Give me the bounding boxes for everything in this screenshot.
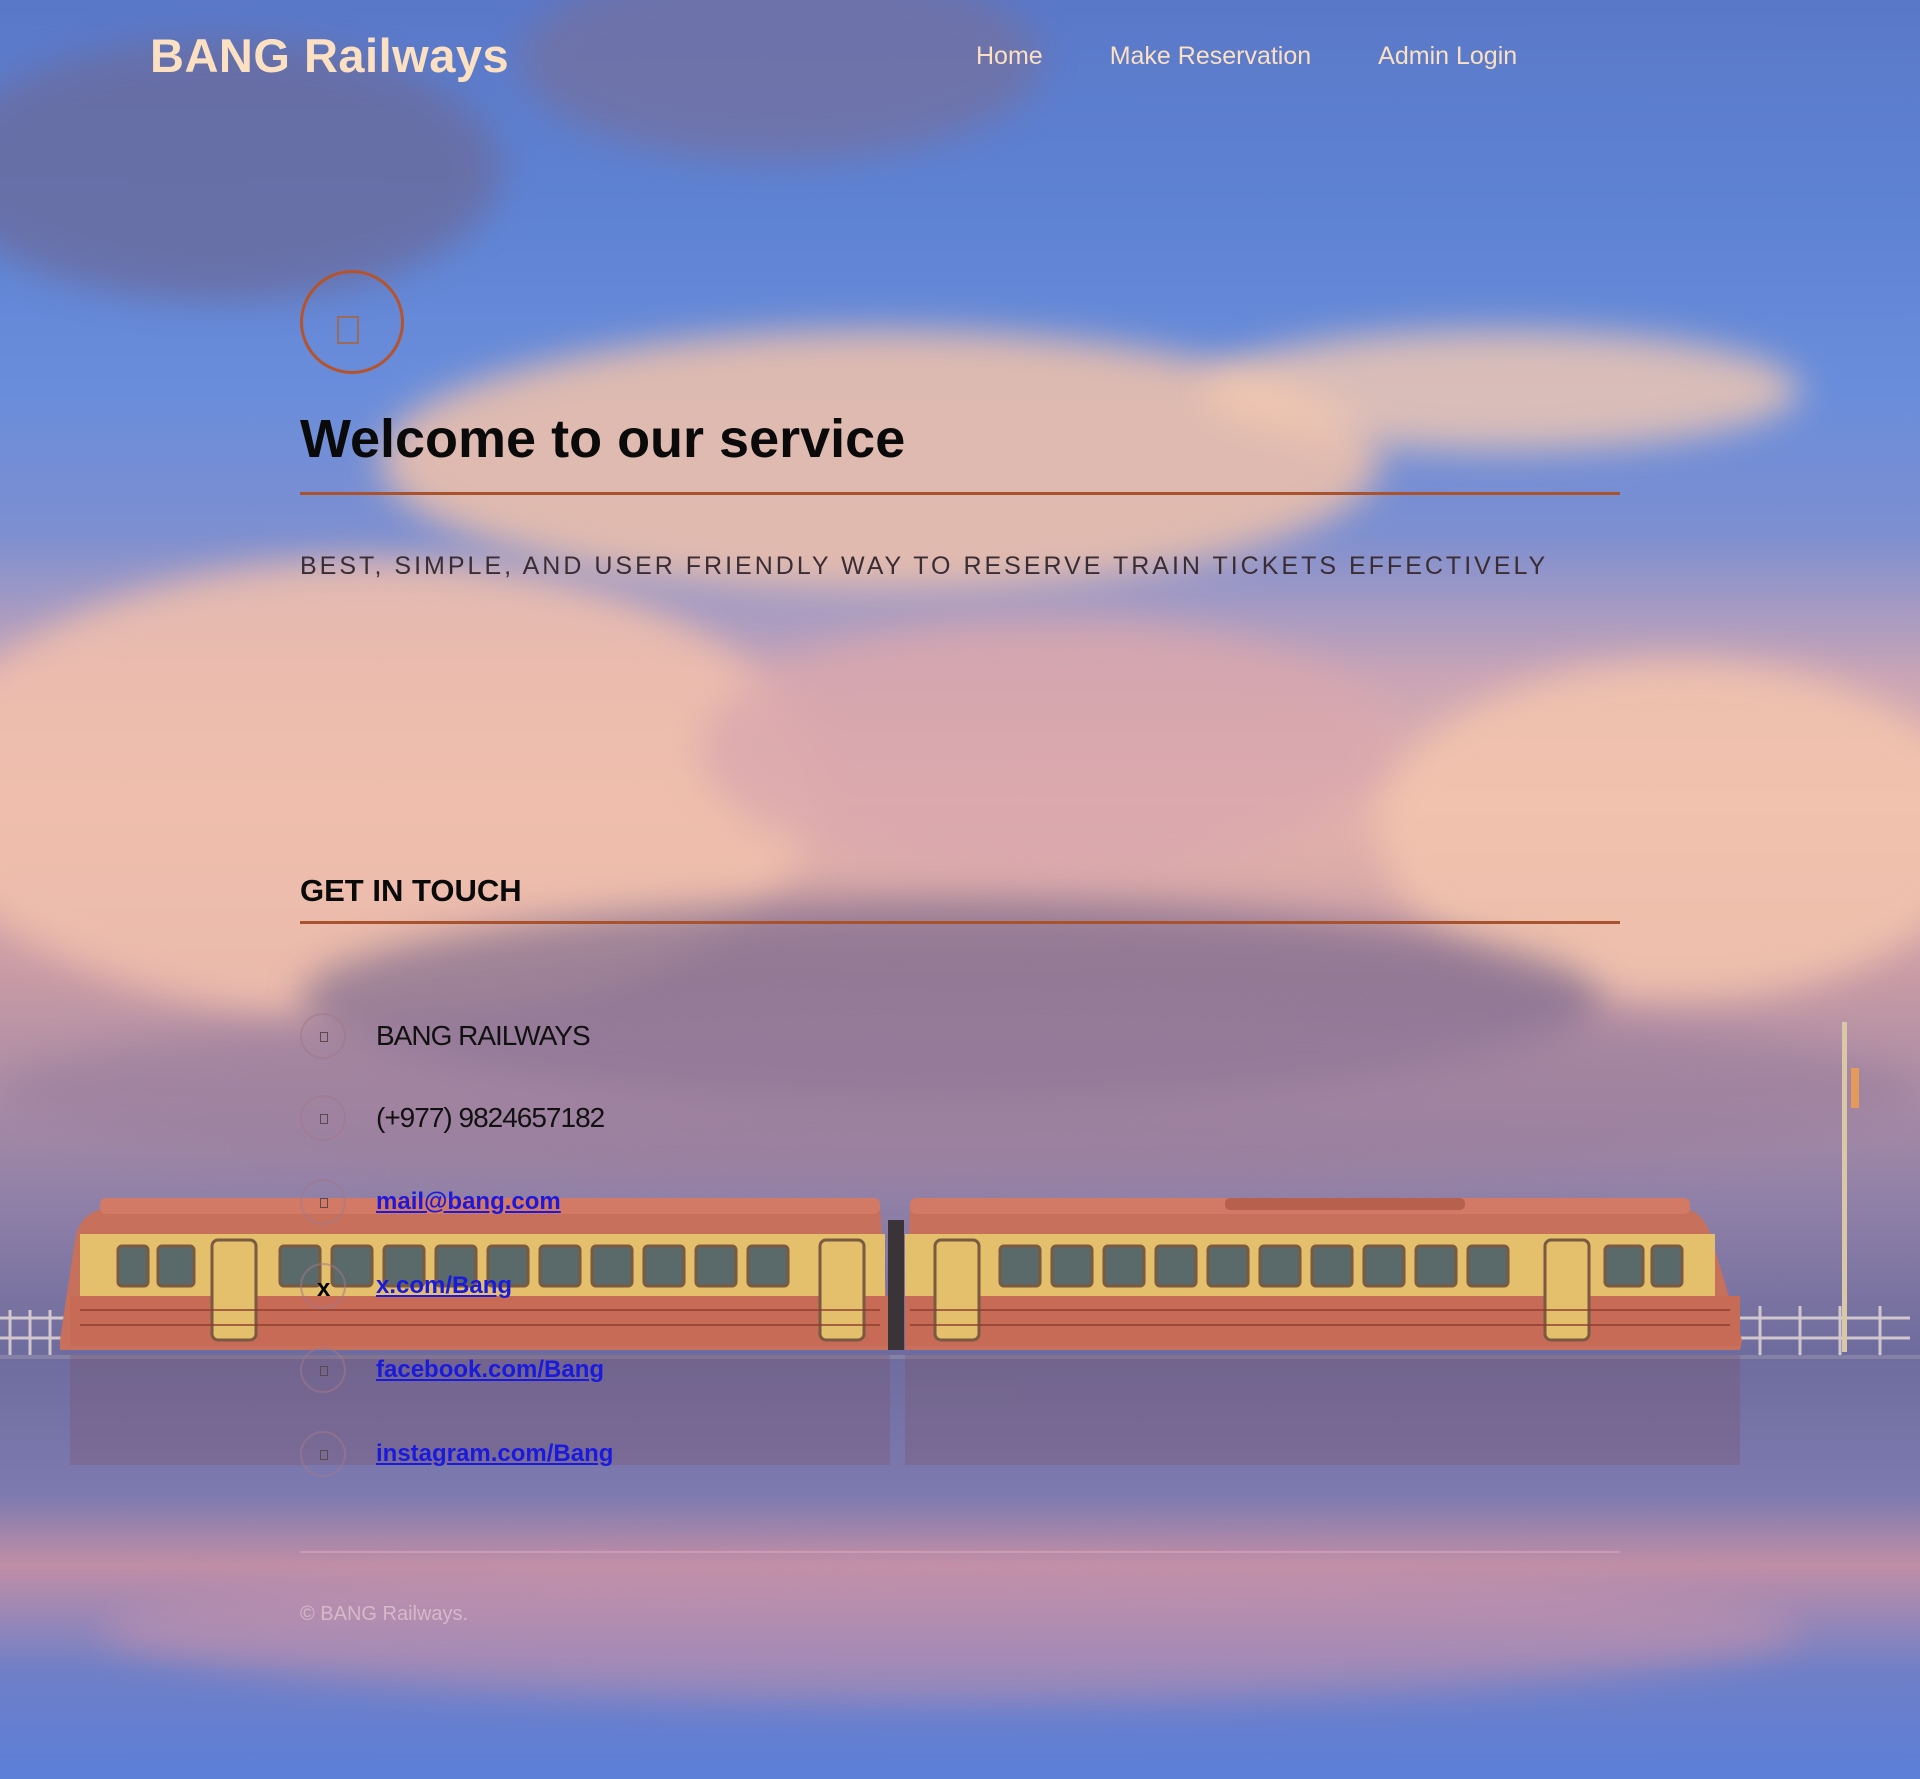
location-icon	[300, 1013, 346, 1059]
document-icon	[300, 270, 404, 374]
instagram-link[interactable]: instagram.com/Bang	[376, 1440, 613, 1468]
divider	[300, 492, 1620, 495]
x-icon: x	[300, 1263, 346, 1309]
divider	[300, 921, 1620, 924]
train-illustration	[0, 1022, 1920, 1465]
email-link[interactable]: mail@bang.com	[376, 1188, 561, 1216]
nav-home[interactable]: Home	[976, 42, 1043, 71]
contact-phone: (+977) 9824657182	[300, 1093, 605, 1143]
copyright: © BANG Railways.	[300, 1603, 469, 1625]
instagram-icon	[300, 1431, 346, 1477]
contact-text: BANG RAILWAYS	[376, 1020, 591, 1051]
contact-instagram: instagram.com/Bang	[300, 1429, 613, 1479]
contact-x: x x.com/Bang	[300, 1261, 512, 1311]
brand-logo[interactable]: BANG Railways	[150, 28, 509, 83]
page-title: Welcome to our service	[300, 409, 906, 469]
main-nav: Home Make Reservation Admin Login	[976, 42, 1517, 71]
phone-icon	[300, 1095, 346, 1141]
contact-address: BANG RAILWAYS	[300, 1011, 591, 1061]
tagline: BEST, SIMPLE, AND USER FRIENDLY WAY TO R…	[300, 552, 1549, 580]
contact-facebook: facebook.com/Bang	[300, 1345, 604, 1395]
contact-heading: GET IN TOUCH	[300, 873, 522, 908]
facebook-link[interactable]: facebook.com/Bang	[376, 1356, 604, 1384]
background-scene	[0, 0, 1920, 1779]
x-link[interactable]: x.com/Bang	[376, 1272, 512, 1300]
nav-admin-login[interactable]: Admin Login	[1378, 42, 1517, 71]
footer-divider	[300, 1551, 1620, 1553]
facebook-icon	[300, 1347, 346, 1393]
contact-text: (+977) 9824657182	[376, 1102, 605, 1133]
nav-make-reservation[interactable]: Make Reservation	[1110, 42, 1311, 71]
contact-email: mail@bang.com	[300, 1177, 561, 1227]
email-icon	[300, 1179, 346, 1225]
